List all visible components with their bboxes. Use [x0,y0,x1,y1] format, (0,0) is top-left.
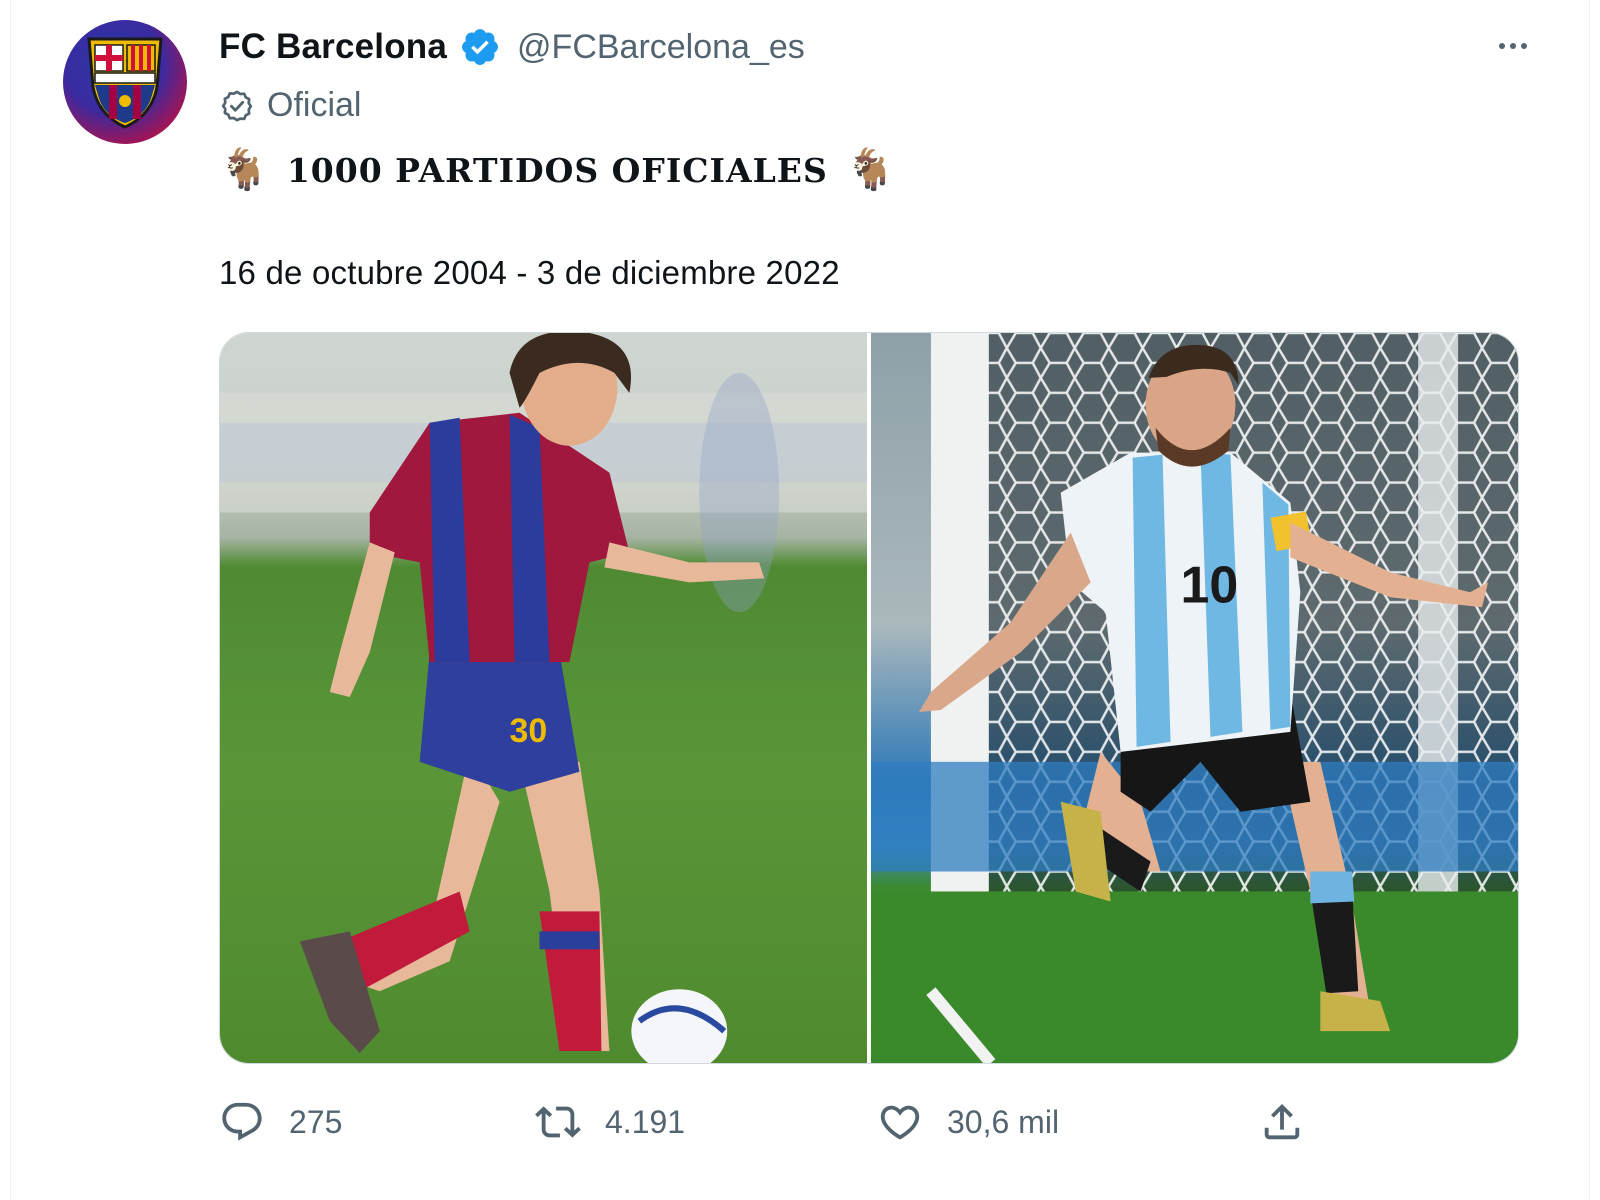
tweet-media-grid: 30 10 [219,332,1519,1064]
display-name[interactable]: FC Barcelona [219,27,447,67]
like-count: 30,6 mil [947,1103,1060,1140]
reply-icon [219,1099,265,1145]
photo-player-barcelona-icon: 30 [220,333,867,1063]
shirt-number: 10 [1181,555,1239,613]
tweet-action-bar: 275 4.191 30,6 mil [219,1092,1319,1152]
tweet-card: FC Barcelona @FCBarcelona_es Oficial 🐐 1… [10,0,1590,1200]
goat-emoji-icon: 🐐 [845,148,896,192]
like-button[interactable]: 30,6 mil [877,1092,1059,1152]
official-badge-icon [221,90,253,121]
account-avatar[interactable] [63,20,187,144]
reply-button[interactable]: 275 [219,1092,342,1152]
affiliation-row: Oficial [219,86,361,125]
photo-barcelona-2004[interactable]: 30 [220,333,867,1063]
fcb-crest-icon [87,37,163,129]
share-icon [1259,1099,1305,1145]
retweet-count: 4.191 [605,1103,686,1140]
heart-icon [877,1099,923,1145]
more-options-button[interactable] [1489,28,1537,64]
more-dot-icon [1521,43,1527,49]
tweet-headline: 🐐 1000 PARTIDOS OFICIALES 🐐 [219,142,896,198]
reply-count: 275 [289,1103,343,1140]
tweet-dates-text: 16 de octubre 2004 - 3 de diciembre 2022 [219,254,840,291]
affiliation-label: Oficial [267,86,362,124]
photo-argentina-2022[interactable]: 10 [871,333,1518,1063]
account-handle[interactable]: @FCBarcelona_es [517,28,805,67]
photo-player-argentina-icon: 10 [871,333,1518,1063]
goat-emoji-icon: 🐐 [219,148,269,192]
retweet-button[interactable]: 4.191 [535,1092,685,1152]
retweet-icon [535,1099,581,1145]
svg-text:30: 30 [510,712,548,750]
more-dot-icon [1510,43,1516,49]
share-button[interactable] [1259,1092,1305,1152]
more-dot-icon [1499,43,1505,49]
verified-badge-icon [462,29,498,65]
headline-text: 1000 PARTIDOS OFICIALES [286,150,828,190]
tweet-header: FC Barcelona @FCBarcelona_es [219,24,805,70]
